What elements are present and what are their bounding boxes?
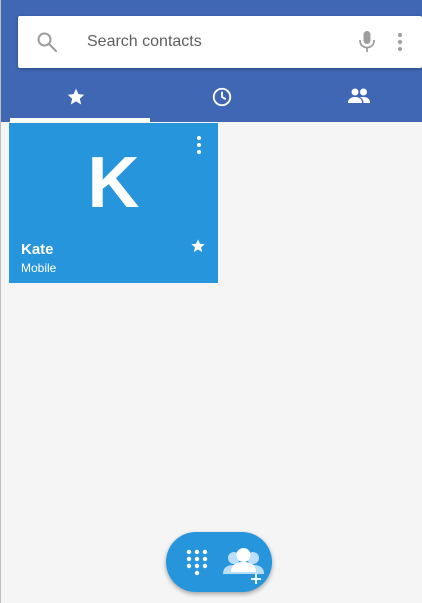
group-add-icon[interactable] bbox=[220, 542, 268, 586]
app-header: Search contacts bbox=[1, 0, 422, 122]
more-vert-icon[interactable] bbox=[388, 30, 412, 54]
tab-favorites[interactable] bbox=[2, 74, 150, 120]
dialer-app: Search contacts K Kate Mobile bbox=[0, 0, 422, 603]
clock-icon bbox=[212, 87, 232, 107]
star-icon bbox=[67, 88, 85, 105]
people-icon bbox=[348, 88, 370, 103]
search-icon[interactable] bbox=[35, 30, 59, 54]
dialpad-icon[interactable] bbox=[184, 548, 210, 576]
search-input[interactable]: Search contacts bbox=[87, 33, 202, 51]
contact-name: Kate bbox=[21, 241, 54, 258]
more-vert-icon[interactable] bbox=[189, 133, 209, 157]
contact-phone-type: Mobile bbox=[21, 261, 57, 275]
star-icon bbox=[191, 239, 205, 252]
tab-contacts[interactable] bbox=[294, 74, 422, 120]
microphone-icon[interactable] bbox=[355, 29, 379, 55]
selected-tab-indicator bbox=[10, 118, 150, 122]
floating-action-group bbox=[166, 532, 272, 592]
contact-initial: K bbox=[87, 143, 140, 223]
favorite-contact-tile[interactable]: K Kate Mobile bbox=[9, 123, 218, 283]
search-bar[interactable]: Search contacts bbox=[18, 16, 422, 68]
tab-recents[interactable] bbox=[150, 74, 294, 120]
